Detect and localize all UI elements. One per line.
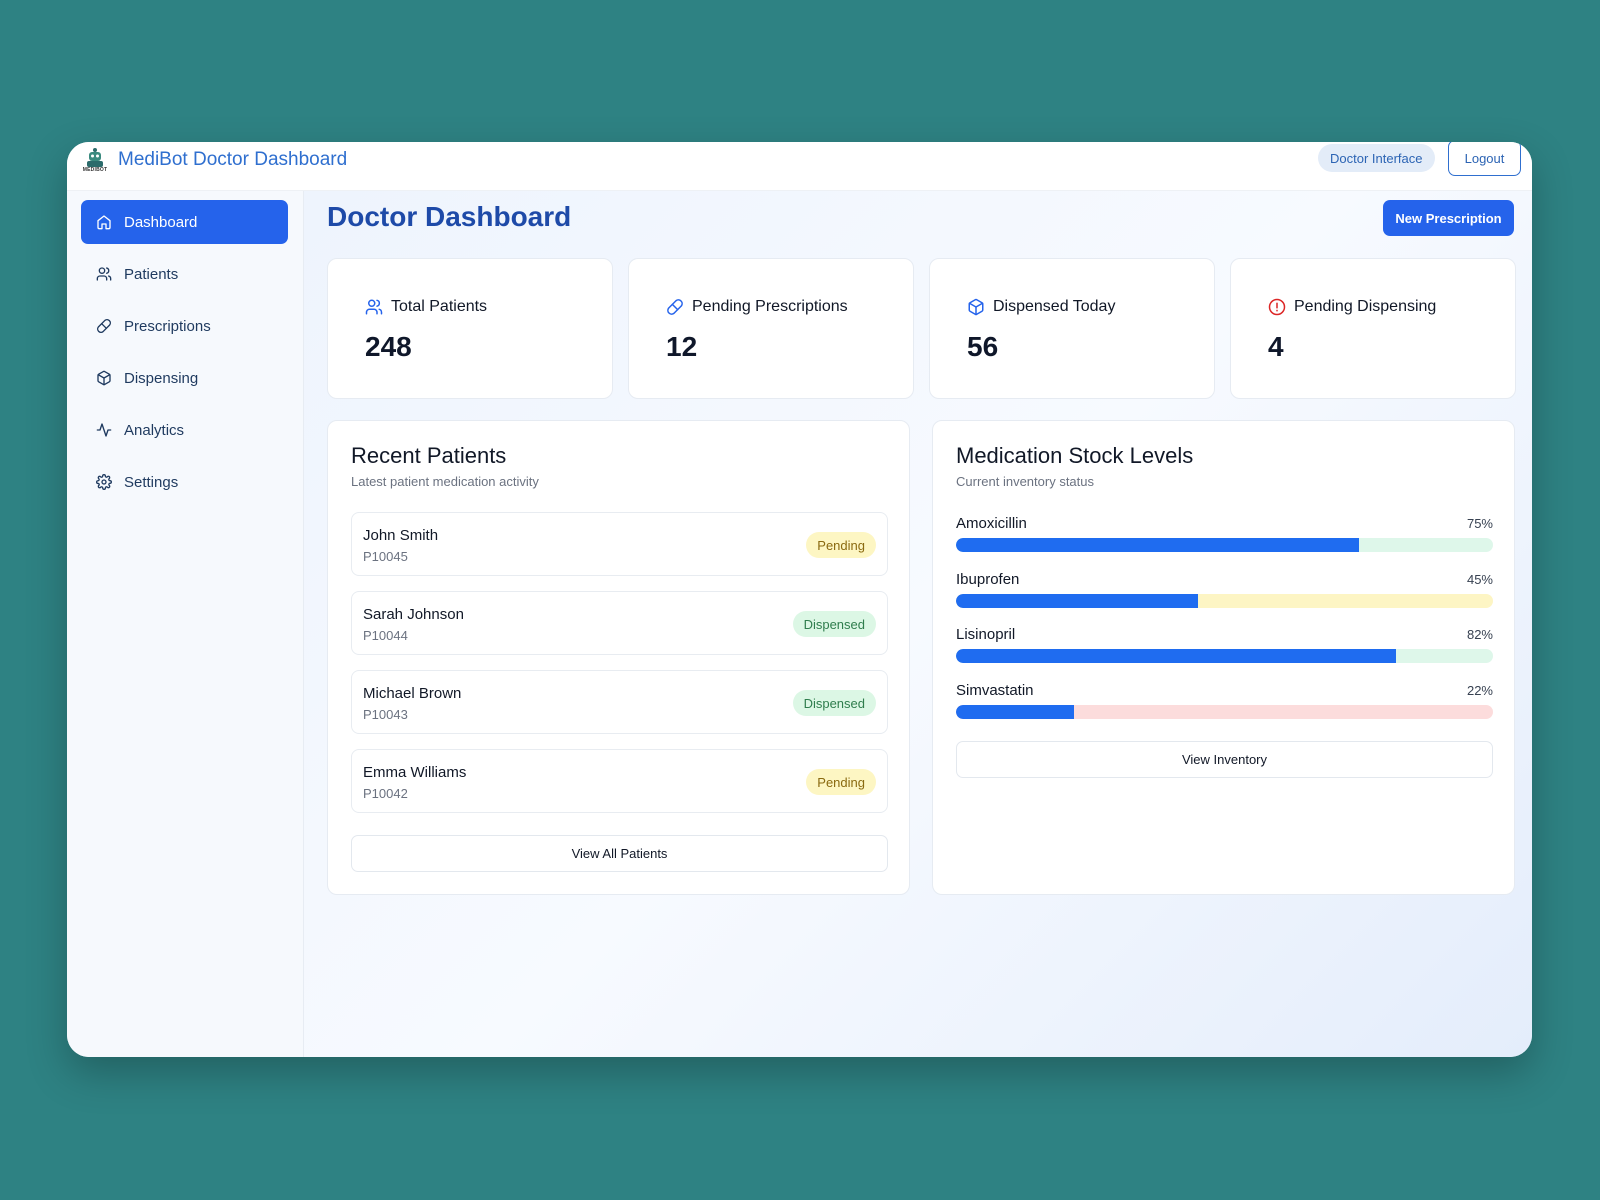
stock-item: Lisinopril 82% [956,626,1493,670]
sidebar-item-dashboard[interactable]: Dashboard [81,200,288,244]
panel-subtitle: Current inventory status [956,474,1095,489]
role-badge: Doctor Interface [1318,144,1435,172]
patient-id: P10044 [363,628,408,643]
stock-percent: 22% [1466,683,1493,698]
patient-id: P10042 [363,786,408,801]
top-bar: MEDIBOT MediBot Doctor Dashboard Doctor … [67,142,1532,191]
stat-card-total-patients: Total Patients 248 [327,258,613,399]
status-badge: Pending [806,532,876,558]
stock-name: Ibuprofen [956,571,1020,588]
patient-row[interactable]: Michael Brown P10043 Dispensed [351,670,888,734]
patient-name: Sarah Johnson [363,606,464,623]
stat-label: Pending Dispensing [1268,298,1436,316]
stat-card-dispensed-today: Dispensed Today 56 [929,258,1215,399]
app-title: MediBot Doctor Dashboard [118,149,348,170]
sidebar: Dashboard Patients Prescriptions Dispens… [67,191,304,1057]
panel-title: Medication Stock Levels [956,443,1194,468]
sidebar-item-label: Settings [124,473,179,491]
patient-row[interactable]: John Smith P10045 Pending [351,512,888,576]
pill-icon [97,319,111,333]
stat-label-text: Total Patients [391,298,488,315]
users-icon [96,267,112,281]
stat-label: Total Patients [365,298,487,316]
alert-circle-icon [1268,298,1286,316]
sidebar-item-label: Prescriptions [124,317,211,335]
view-inventory-button[interactable]: View Inventory [956,741,1493,778]
stock-bar-fill [956,649,1397,663]
stat-value: 12 [666,331,698,362]
stock-bar-track [956,705,1493,719]
status-badge: Pending [806,769,876,795]
logout-button[interactable]: Logout [1448,142,1521,176]
home-icon [97,215,111,230]
stock-item: Ibuprofen 45% [956,571,1493,615]
package-icon [968,298,984,316]
sidebar-item-label: Analytics [124,421,185,439]
logo-text: MEDIBOT [82,166,108,173]
stat-value: 248 [365,331,412,362]
stock-percent: 75% [1466,516,1493,531]
stock-bar-fill [956,538,1359,552]
sidebar-item-label: Dispensing [124,369,199,387]
sidebar-item-dispensing[interactable]: Dispensing [81,356,288,400]
stock-bar-track [956,649,1493,663]
patient-id: P10045 [363,549,408,564]
package-icon [97,370,111,386]
stock-item: Amoxicillin 75% [956,515,1493,559]
stat-label-text: Dispensed Today [993,298,1116,315]
patient-name: John Smith [363,527,439,544]
stat-label-text: Pending Prescriptions [692,298,848,315]
patient-row[interactable]: Emma Williams P10042 Pending [351,749,888,813]
stock-levels-panel: Medication Stock Levels Current inventor… [932,420,1515,895]
medibot-logo: MEDIBOT [81,145,109,173]
stock-percent: 82% [1466,627,1493,642]
sidebar-item-label: Patients [124,265,179,283]
stock-bar-track [956,538,1493,552]
patient-name: Emma Williams [363,764,467,781]
stat-label-text: Pending Dispensing [1294,298,1437,315]
stock-name: Simvastatin [956,682,1034,699]
stock-item: Simvastatin 22% [956,682,1493,726]
patient-row[interactable]: Sarah Johnson P10044 Dispensed [351,591,888,655]
stat-value: 56 [967,331,999,362]
sidebar-item-label: Dashboard [124,213,198,231]
panel-subtitle: Latest patient medication activity [351,474,539,489]
new-prescription-button[interactable]: New Prescription [1383,200,1514,236]
patient-name: Michael Brown [363,685,462,702]
patient-id: P10043 [363,707,408,722]
activity-icon [96,423,112,437]
stock-name: Amoxicillin [956,515,1027,532]
robot-icon [87,147,103,167]
panel-title: Recent Patients [351,443,507,468]
status-badge: Dispensed [792,611,876,637]
stock-bar-fill [956,705,1075,719]
stock-bar-fill [956,594,1198,608]
app-window: MEDIBOT MediBot Doctor Dashboard Doctor … [67,142,1532,1057]
users-icon [365,299,383,315]
stat-label: Pending Prescriptions [666,298,848,316]
main-content: Doctor Dashboard New Prescription Total … [304,191,1532,1057]
view-all-patients-button[interactable]: View All Patients [351,835,888,872]
pill-icon [667,299,683,315]
sidebar-item-patients[interactable]: Patients [81,252,288,296]
sidebar-item-prescriptions[interactable]: Prescriptions [81,304,288,348]
sidebar-item-settings[interactable]: Settings [81,460,288,504]
recent-patients-panel: Recent Patients Latest patient medicatio… [327,420,910,895]
stat-value: 4 [1268,331,1284,362]
stat-card-pending-dispensing: Pending Dispensing 4 [1230,258,1516,399]
stock-name: Lisinopril [956,626,1016,643]
stat-label: Dispensed Today [967,298,1115,316]
page-title: Doctor Dashboard [327,201,572,232]
stock-bar-track [956,594,1493,608]
stat-card-pending-prescriptions: Pending Prescriptions 12 [628,258,914,399]
sidebar-item-analytics[interactable]: Analytics [81,408,288,452]
stock-percent: 45% [1466,572,1493,587]
gear-icon [96,474,112,490]
status-badge: Dispensed [792,690,876,716]
